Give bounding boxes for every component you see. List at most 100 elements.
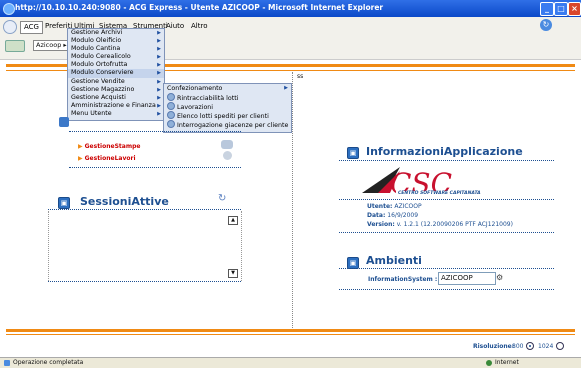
ambienti-bottom-line bbox=[339, 289, 554, 290]
page-icon bbox=[167, 102, 175, 110]
refresh-icon[interactable]: ↻ bbox=[540, 19, 552, 31]
refresh-sessions-icon[interactable]: ↻ bbox=[218, 193, 226, 204]
data-label: Data: bbox=[367, 212, 386, 219]
sessioni-top-line bbox=[48, 209, 241, 210]
submenu-item-rintracciabilita[interactable]: Rintracciabilità lotti bbox=[164, 93, 291, 102]
res-800-label: 800 bbox=[512, 343, 524, 350]
chevron-right-icon: ▶ bbox=[284, 85, 288, 91]
azicoop-label: Azicoop bbox=[36, 41, 62, 49]
menu-item-modulo-cerealicolo[interactable]: Modulo Cerealicolo ▶ bbox=[68, 53, 164, 61]
center-divider bbox=[292, 72, 293, 330]
print-icon[interactable] bbox=[221, 140, 233, 149]
scroll-up-button[interactable]: ▲ bbox=[228, 216, 238, 225]
utente-label: Utente: bbox=[367, 203, 393, 210]
triangle-right-icon: ▶ bbox=[78, 143, 83, 150]
information-system-label: InformationSystem : bbox=[368, 276, 438, 283]
logo-subtitle: CENTRO SOFTWARE CAPITANATA bbox=[398, 191, 481, 196]
menu-item-label: Amministrazione e Finanza bbox=[71, 101, 156, 109]
res-800-radio[interactable] bbox=[526, 342, 534, 350]
minimize-button[interactable]: _ bbox=[540, 2, 554, 16]
menu-item-label: Modulo Conserviere bbox=[71, 69, 134, 77]
submenu-item-lavorazioni[interactable]: Lavorazioni bbox=[164, 102, 291, 111]
menu-item-gestione-magazzino[interactable]: Gestione Magazzino ▶ bbox=[68, 86, 164, 94]
menu-item-modulo-cantina[interactable]: Modulo Cantina ▶ bbox=[68, 45, 164, 53]
home-icon[interactable] bbox=[3, 20, 17, 34]
sub-dropdown-menu: Confezionamento ▶ Rintracciabilità lotti … bbox=[163, 83, 292, 133]
submenu-item-confezionamento[interactable]: Confezionamento ▶ bbox=[164, 84, 291, 93]
menu-item-gestione-archivi[interactable]: Gestione Archivi ▶ bbox=[68, 29, 164, 37]
page-icon bbox=[167, 120, 175, 128]
info-bottom-line bbox=[339, 232, 554, 233]
menu-item-modulo-oleificio[interactable]: Modulo Oleificio ▶ bbox=[68, 37, 164, 45]
menu-item-menu-utente[interactable]: Menu Utente ▶ bbox=[68, 110, 164, 118]
sessioni-title: SessioniAttive bbox=[80, 195, 169, 208]
res-1024-radio[interactable] bbox=[556, 342, 564, 350]
menu-item-amministrazione-finanza[interactable]: Amministrazione e Finanza ▶ bbox=[68, 102, 164, 110]
menu-item-modulo-ortofrutta[interactable]: Modulo Ortofrutta ▶ bbox=[68, 61, 164, 69]
gear-icon[interactable] bbox=[223, 151, 232, 160]
links-panel-bottom-line bbox=[69, 167, 241, 168]
menu-item-modulo-conserviere[interactable]: Modulo Conserviere ▶ bbox=[68, 69, 164, 78]
menu-item-label: Gestione Magazzino bbox=[71, 85, 135, 93]
shortcut-icon[interactable] bbox=[5, 40, 25, 52]
sessioni-bottom-line bbox=[48, 281, 241, 282]
chevron-right-icon: ▶ bbox=[157, 30, 161, 36]
window-title-bar: http://10.10.10.240:9080 - ACG Express -… bbox=[0, 0, 581, 17]
chevron-right-icon: ▶ bbox=[157, 94, 161, 101]
sessioni-right-line bbox=[241, 211, 242, 281]
menu-aiuto[interactable]: Aiuto bbox=[163, 21, 187, 32]
chevron-right-icon: ▶ bbox=[157, 110, 161, 117]
submenu-item-elenco-lotti[interactable]: Elenco lotti spediti per clienti bbox=[164, 111, 291, 120]
menu-item-gestione-acquisti[interactable]: Gestione Acquisti ▶ bbox=[68, 94, 164, 102]
azicoop-button[interactable]: Azicoop ▸ bbox=[33, 40, 70, 51]
link-gestione-stampe[interactable]: ▶ GestioneStampe bbox=[78, 143, 140, 150]
menu-item-gestione-vendite[interactable]: Gestione Vendite ▶ bbox=[68, 78, 164, 86]
version-row: Version: v. 1.2.1 (12.20090206 PTF ACJ12… bbox=[367, 221, 513, 228]
data-row: Data: 16/9/2009 bbox=[367, 212, 418, 219]
menu-altro[interactable]: Altro bbox=[188, 21, 211, 32]
chevron-right-icon: ▶ bbox=[157, 46, 161, 53]
csc-logo: CSC CENTRO SOFTWARE CAPITANATA bbox=[360, 163, 481, 200]
submenu-item-label: Elenco lotti spediti per clienti bbox=[177, 113, 269, 120]
status-bar: Operazione completata Internet bbox=[0, 357, 581, 368]
info-top-line bbox=[339, 160, 554, 161]
chevron-right-icon: ▶ bbox=[157, 38, 161, 45]
utente-row: Utente: AZICOOP bbox=[367, 203, 422, 210]
menu-item-label: Modulo Oleificio bbox=[71, 37, 122, 45]
res-1024-label: 1024 bbox=[538, 343, 554, 350]
scroll-down-button[interactable]: ▼ bbox=[228, 269, 238, 278]
information-system-field[interactable]: AZICOOP bbox=[438, 272, 496, 285]
ie-icon bbox=[3, 3, 15, 15]
link-gestione-lavori[interactable]: ▶ GestioneLavori bbox=[78, 155, 136, 162]
triangle-right-icon: ▶ bbox=[78, 155, 83, 162]
info-header-icon: ▣ bbox=[347, 147, 359, 159]
ambienti-top-line bbox=[339, 268, 554, 269]
main-dropdown-menu: Gestione Archivi ▶ Modulo Oleificio ▶ Modu… bbox=[67, 28, 165, 121]
environment-icon[interactable]: ⚙ bbox=[496, 273, 503, 282]
chevron-right-icon: ▶ bbox=[157, 102, 161, 109]
link-label: GestioneStampe bbox=[84, 143, 141, 150]
sessioni-header-icon: ▣ bbox=[58, 197, 70, 209]
internet-zone-icon bbox=[486, 360, 492, 366]
menu-acg[interactable]: ACG bbox=[20, 21, 43, 34]
submenu-item-label: Lavorazioni bbox=[177, 104, 214, 111]
version-label: Version: bbox=[367, 221, 395, 228]
panel-icon bbox=[59, 117, 69, 127]
menu-item-label: Modulo Cantina bbox=[71, 45, 121, 53]
menu-item-label: Gestione Vendite bbox=[71, 77, 125, 85]
ambienti-title: Ambienti bbox=[366, 254, 422, 267]
maximize-button[interactable]: □ bbox=[554, 2, 568, 16]
links-panel-top-line bbox=[69, 131, 241, 132]
menu-item-label: Modulo Ortofrutta bbox=[71, 61, 128, 69]
data-value: 16/9/2009 bbox=[387, 212, 419, 219]
close-button[interactable]: × bbox=[568, 2, 581, 16]
menu-item-label: Gestione Archivi bbox=[71, 29, 123, 36]
link-label: GestioneLavori bbox=[84, 155, 136, 162]
chevron-right-icon: ▶ bbox=[157, 78, 161, 85]
utente-value: AZICOOP bbox=[394, 203, 422, 210]
bottom-orange-divider bbox=[6, 329, 575, 332]
submenu-item-label: Confezionamento bbox=[167, 85, 223, 92]
page-icon bbox=[167, 93, 175, 101]
submenu-item-interrogazione-giacenze[interactable]: Interrogazione giacenze per cliente bbox=[164, 120, 291, 129]
version-value: v. 1.2.1 (12.20090206 PTF ACJ121009) bbox=[396, 221, 513, 228]
